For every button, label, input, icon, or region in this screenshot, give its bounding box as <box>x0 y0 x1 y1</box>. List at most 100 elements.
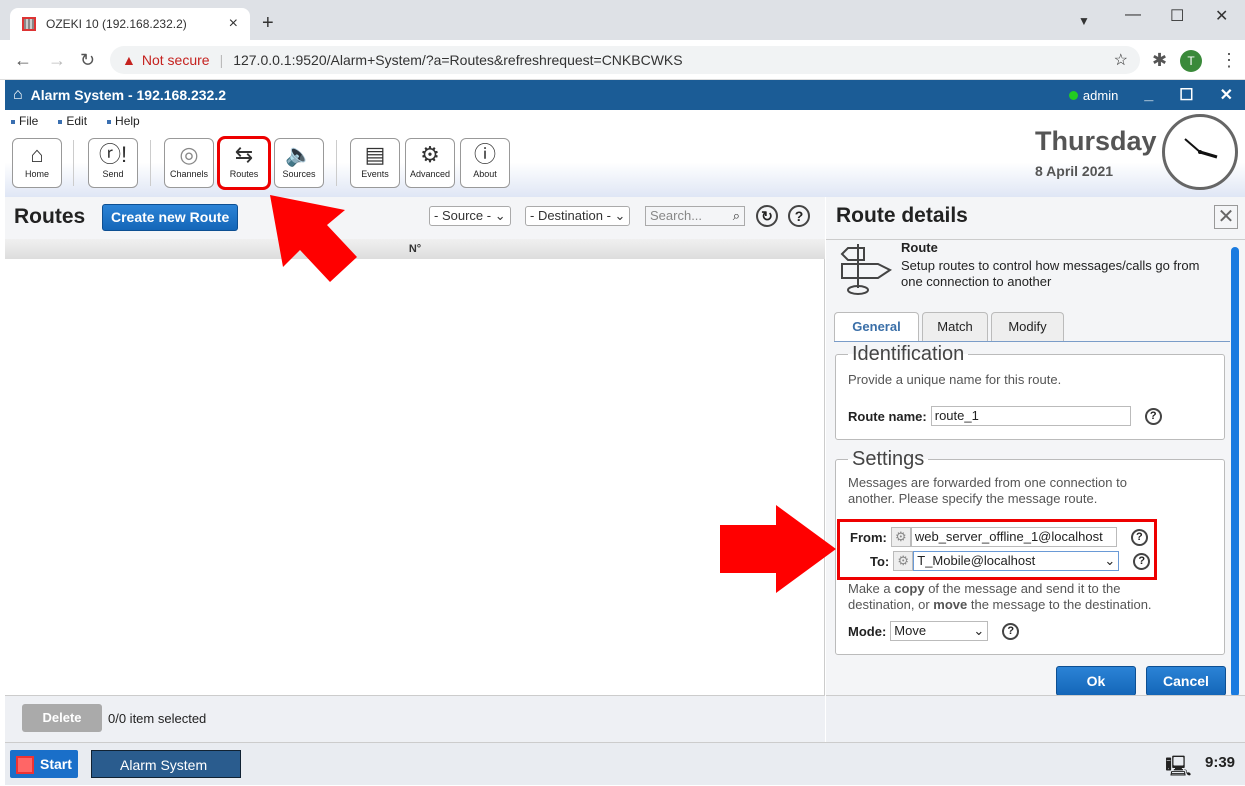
destination-filter-select[interactable]: - Destination - ⌄ <box>525 206 631 226</box>
minimize-app-button[interactable]: _ <box>1144 86 1153 104</box>
identification-hint: Provide a unique name for this route. <box>848 372 1062 387</box>
toolbar-label: Sources <box>282 169 316 179</box>
close-app-button[interactable]: ✕ <box>1220 85 1233 105</box>
user-status[interactable]: admin <box>1068 87 1119 103</box>
route-name-row: Route name: route_1? <box>848 406 1162 426</box>
minimize-button[interactable]: — <box>1125 6 1141 24</box>
help-icon[interactable]: ? <box>1144 407 1162 425</box>
search-input[interactable]: Search... ⌕ <box>645 206 745 226</box>
toolbar-label: Home <box>24 169 49 179</box>
date-label: 8 April 2021 <box>1035 163 1114 179</box>
toolbar-label: Events <box>361 169 389 179</box>
chevron-down-icon: ⌄ <box>973 623 985 638</box>
reload-icon[interactable]: ↻ <box>80 50 95 71</box>
home-icon: ⌂ <box>30 142 44 167</box>
toolbar-label: About <box>473 169 497 179</box>
url-input[interactable]: ▲ Not secure | 127.0.0.1:9520/Alarm+System/… <box>110 46 1140 74</box>
profile-dropdown-icon[interactable]: ▼ <box>1078 14 1090 28</box>
selection-info: 0/0 item selected <box>108 711 207 726</box>
profile-avatar[interactable]: T <box>1180 50 1202 72</box>
toolbar-about[interactable]: ⓘ About <box>460 138 510 188</box>
create-route-button[interactable]: Create new Route <box>102 204 239 231</box>
routes-icon: ⇆ <box>234 142 254 167</box>
settings-legend: Settings <box>852 448 925 470</box>
search-placeholder: Search... <box>650 208 703 223</box>
text: copy <box>894 581 925 596</box>
toolbar-home[interactable]: ⌂ Home <box>12 138 62 188</box>
tab-general[interactable]: General <box>834 312 919 342</box>
day-label: Thursday <box>1035 126 1157 156</box>
extensions-icon[interactable]: ✱ <box>1152 50 1167 71</box>
tab-title: OZEKI 10 (192.168.232.2) <box>46 17 187 31</box>
text: move <box>933 597 968 612</box>
mode-hint: Make a copy of the message and send it t… <box>848 581 1188 613</box>
not-secure-label[interactable]: Not secure <box>142 52 210 68</box>
close-window-button[interactable]: ✕ <box>1215 6 1228 26</box>
page-title: Routes <box>14 205 86 228</box>
source-filter-select[interactable]: - Source - ⌄ <box>429 206 511 226</box>
browser-tab[interactable]: OZEKI 10 (192.168.232.2) × <box>10 8 250 40</box>
more-menu-icon[interactable]: ⋮ <box>1220 50 1238 71</box>
route-name-input[interactable]: route_1 <box>930 406 1131 426</box>
routes-header: Routes Create new Route - Source - ⌄ - D… <box>5 197 825 239</box>
text: Make a <box>848 581 895 596</box>
toolbar-sources[interactable]: 🔈 Sources <box>274 138 324 188</box>
routes-panel: Routes Create new Route - Source - ⌄ - D… <box>5 197 825 742</box>
ok-button[interactable]: Ok <box>1056 666 1136 696</box>
divider: | <box>219 52 224 68</box>
delete-button[interactable]: Delete <box>22 704 102 732</box>
toolbar-label: Channels <box>169 169 209 179</box>
toolbar-channels[interactable]: ◎ Channels <box>164 138 214 188</box>
events-icon: ▤ <box>364 142 386 167</box>
details-footer <box>826 695 1245 742</box>
tab-match[interactable]: Match <box>922 312 988 342</box>
route-description: Setup routes to control how messages/cal… <box>901 258 1200 289</box>
clock-face-icon <box>1184 138 1218 159</box>
app-header: File Edit Help ⌂ Home ⓡ! Send ◎ Channels ⇆ R… <box>5 110 1245 197</box>
address-bar-area: ← → ↻ ▲ Not secure | 127.0.0.1:9520/Alarm+S… <box>0 40 1245 80</box>
new-tab-button[interactable]: + <box>262 12 274 35</box>
menu-edit[interactable]: Edit <box>58 114 87 128</box>
mode-row: Mode: Move ⌄? <box>848 621 1020 641</box>
select-value: - Destination - <box>530 208 611 223</box>
monitor-icon[interactable]: 🖳 <box>1165 752 1192 786</box>
settings-hint: Messages are forwarded from one connecti… <box>848 475 1127 506</box>
help-icon[interactable]: ? <box>788 205 810 227</box>
forward-icon[interactable]: → <box>48 50 66 71</box>
refresh-icon[interactable]: ↻ <box>756 205 778 227</box>
search-icon[interactable]: ⌕ <box>733 207 740 225</box>
close-tab-icon[interactable]: × <box>229 15 238 33</box>
mode-select[interactable]: Move ⌄ <box>890 621 989 641</box>
menu-file[interactable]: File <box>11 114 38 128</box>
start-button[interactable]: Start <box>10 750 78 778</box>
details-scrollbar[interactable] <box>1231 247 1239 697</box>
taskbar-app-alarm-system[interactable]: Alarm System <box>91 750 241 778</box>
user-name: admin <box>1082 87 1119 103</box>
info-icon: ⓘ <box>473 142 496 167</box>
routes-footer: Delete 0/0 item selected <box>5 695 825 742</box>
toolbar-routes[interactable]: ⇆ Routes <box>217 136 271 190</box>
star-icon[interactable]: ☆ <box>1114 50 1128 70</box>
toolbar-advanced[interactable]: ⚙ Advanced <box>405 138 455 188</box>
table-header[interactable]: N° <box>5 239 825 259</box>
warning-icon: ▲ <box>122 52 136 68</box>
app-title: Alarm System - 192.168.232.2 <box>30 87 227 103</box>
app-title-bar: ⌂ Alarm System - 192.168.232.2 admin _ ☐… <box>5 80 1245 110</box>
cancel-button[interactable]: Cancel <box>1146 666 1226 696</box>
tab-modify[interactable]: Modify <box>991 312 1064 342</box>
maximize-app-button[interactable]: ☐ <box>1179 85 1193 105</box>
identification-legend: Identification <box>852 343 965 365</box>
red-arrow-annotation <box>270 195 357 282</box>
column-number[interactable]: N° <box>409 243 421 255</box>
mode-label: Mode: <box>848 623 887 639</box>
help-icon[interactable]: ? <box>1002 622 1020 640</box>
toolbar-send[interactable]: ⓡ! Send <box>88 138 138 188</box>
url-text: 127.0.0.1:9520/Alarm+System/?a=Routes&re… <box>233 52 683 68</box>
toolbar-events[interactable]: ▤ Events <box>350 138 400 188</box>
menu-help[interactable]: Help <box>107 114 140 128</box>
select-value: - Source - <box>434 208 492 223</box>
close-details-button[interactable]: ✕ <box>1214 205 1238 229</box>
taskbar-app-label: Alarm System <box>120 757 208 773</box>
back-icon[interactable]: ← <box>14 50 32 71</box>
maximize-button[interactable]: ☐ <box>1170 6 1184 26</box>
